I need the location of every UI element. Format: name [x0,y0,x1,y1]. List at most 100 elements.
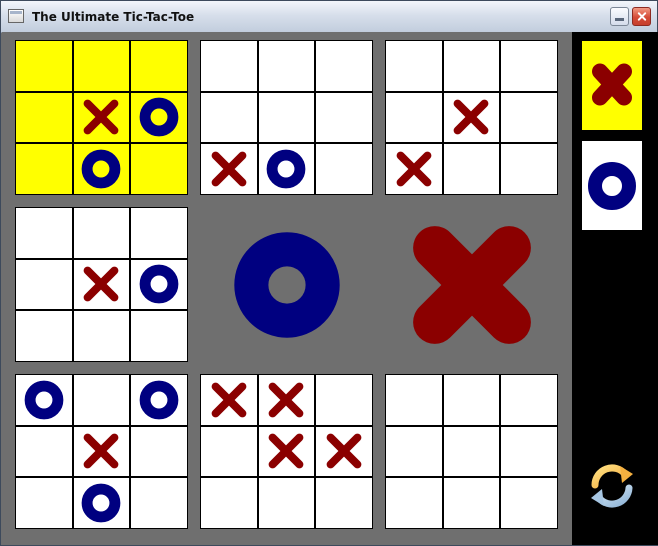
won-board-middle-right [385,207,558,362]
board-cell[interactable] [16,259,72,310]
x-icon [454,100,489,135]
board-cell[interactable] [16,41,72,91]
board-cell[interactable] [73,41,130,91]
x-icon [269,434,304,469]
board-cell[interactable] [16,92,72,143]
mini-board-bottom-right [385,374,558,529]
mini-board-top-middle [200,40,373,195]
board-cell[interactable] [131,375,187,425]
board-cell[interactable] [131,311,187,361]
board-cell[interactable] [16,478,72,528]
x-icon [396,151,432,187]
x-icon [84,267,119,302]
title-bar[interactable]: The Ultimate Tic-Tac-Toe [1,1,657,33]
board-cell[interactable] [16,375,72,425]
board-cell[interactable] [73,478,130,528]
board-cell[interactable] [258,375,315,425]
board-cell[interactable] [316,92,372,143]
board-cell[interactable] [443,41,500,91]
o-icon [139,265,179,304]
board-cell[interactable] [201,478,257,528]
mini-board-middle-left [15,207,188,362]
board-cell[interactable] [316,41,372,91]
won-board-center [200,207,373,362]
board-cell[interactable] [73,92,130,143]
board-cell[interactable] [73,311,130,361]
board-cell[interactable] [316,144,372,194]
board-cell[interactable] [201,41,257,91]
board-cell[interactable] [386,144,442,194]
board-cell[interactable] [131,92,187,143]
o-icon [82,149,121,189]
board-cell[interactable] [131,478,187,528]
board-cell[interactable] [443,92,500,143]
board-cell[interactable] [501,478,557,528]
window-title: The Ultimate Tic-Tac-Toe [32,10,195,24]
close-button[interactable] [632,7,651,26]
board-cell[interactable] [16,144,72,194]
x-icon [326,434,362,469]
board-cell[interactable] [201,426,257,477]
board-cell[interactable] [501,426,557,477]
mini-board-top-right [385,40,558,195]
board-cell[interactable] [501,41,557,91]
refresh-icon [591,464,633,508]
board-cell[interactable] [73,144,130,194]
board-cell[interactable] [131,41,187,91]
board-cell[interactable] [131,259,187,310]
board-cell[interactable] [501,375,557,425]
board-cell[interactable] [16,426,72,477]
o-icon [588,161,636,210]
board-cell[interactable] [386,426,442,477]
board-cell[interactable] [131,426,187,477]
board-cell[interactable] [443,478,500,528]
board-cell[interactable] [258,144,315,194]
board-cell[interactable] [201,144,257,194]
board-cell[interactable] [386,375,442,425]
board-cell[interactable] [501,92,557,143]
player-sidebar [572,32,658,545]
board-cell[interactable] [131,208,187,258]
board-cell[interactable] [443,426,500,477]
x-icon [84,100,119,135]
board-cell[interactable] [73,208,130,258]
board-cell[interactable] [201,375,257,425]
mini-board-bottom-middle [200,374,373,529]
o-icon [267,149,306,189]
x-icon [84,434,119,469]
mini-board-bottom-left [15,374,188,529]
board-cell[interactable] [73,375,130,425]
board-cell[interactable] [386,478,442,528]
game-window: The Ultimate Tic-Tac-Toe [0,0,658,546]
board-cell[interactable] [443,144,500,194]
board-cell[interactable] [316,426,372,477]
board-cell[interactable] [73,426,130,477]
game-board [2,32,572,545]
board-cell[interactable] [258,478,315,528]
board-cell[interactable] [16,311,72,361]
x-icon [211,382,247,418]
board-cell[interactable] [73,259,130,310]
app-window-icon [8,9,24,23]
o-icon [233,231,340,338]
board-cell[interactable] [443,375,500,425]
board-cell[interactable] [258,426,315,477]
board-cell[interactable] [501,144,557,194]
restart-button[interactable] [587,461,637,511]
board-cell[interactable] [131,144,187,194]
board-cell[interactable] [258,41,315,91]
board-cell[interactable] [316,478,372,528]
board-cell[interactable] [258,92,315,143]
o-icon [24,380,64,420]
board-cell[interactable] [386,92,442,143]
o-icon [139,98,179,137]
board-cell[interactable] [201,92,257,143]
board-cell[interactable] [16,208,72,258]
mini-board-top-left [15,40,188,195]
board-cell[interactable] [386,41,442,91]
minimize-button[interactable] [610,7,629,26]
board-cell[interactable] [316,375,372,425]
x-icon [412,225,531,344]
o-icon [139,380,179,420]
x-icon [211,151,247,187]
